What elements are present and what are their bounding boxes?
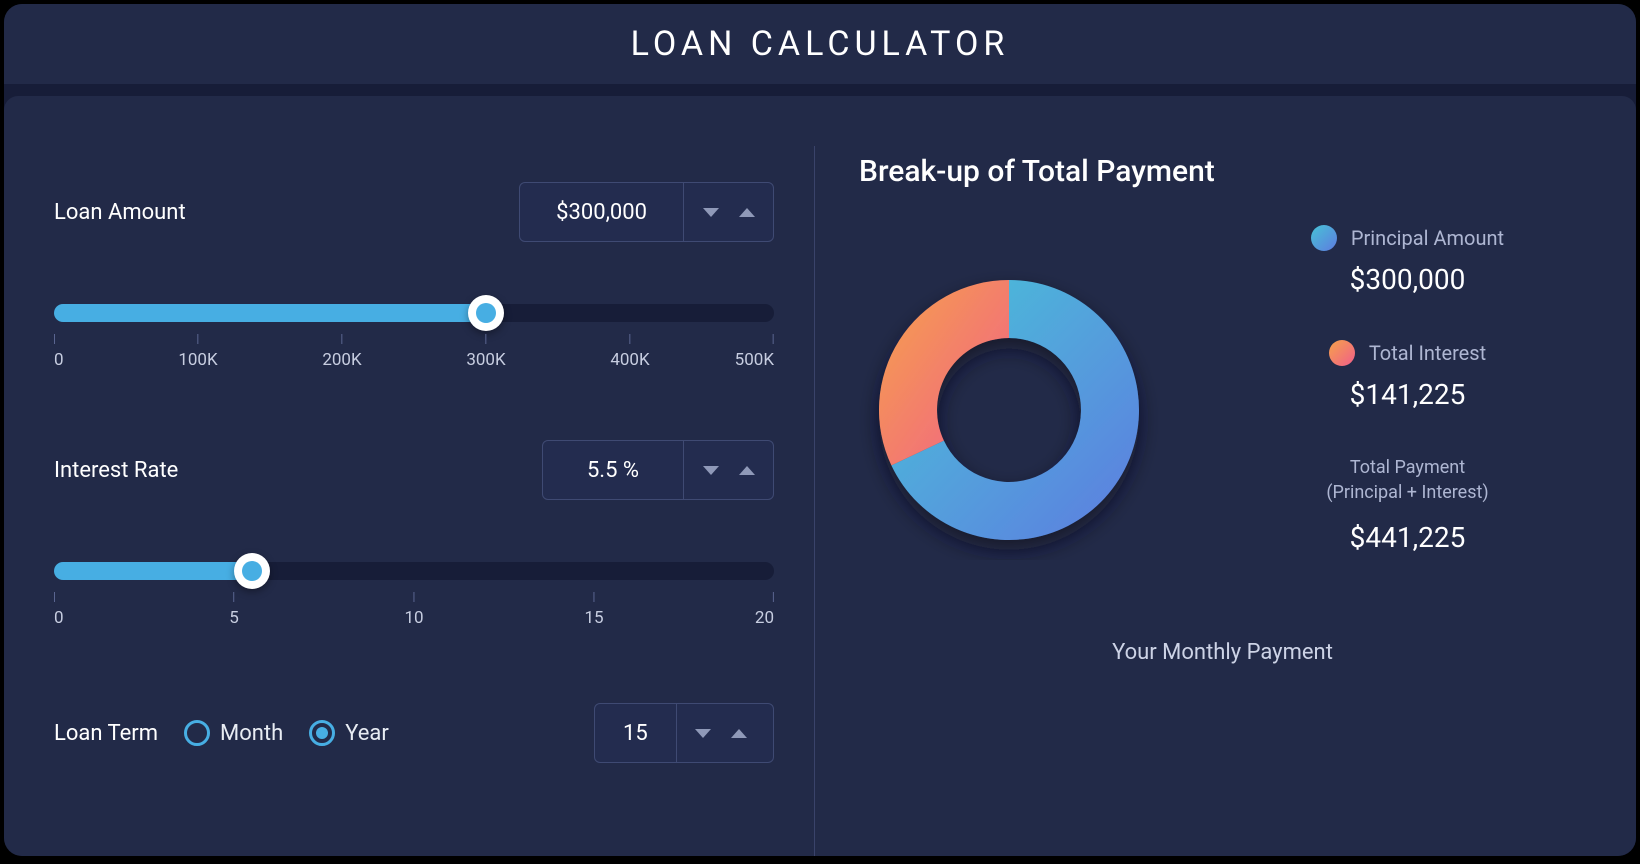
title-bar: LOAN CALCULATOR (4, 4, 1636, 84)
loan-term-label: Loan Term (54, 721, 158, 746)
slider-tick: 20 (755, 592, 774, 628)
legend-total: Total Payment (Principal + Interest) $44… (1229, 455, 1586, 554)
radio-icon (184, 720, 210, 746)
app-window: LOAN CALCULATOR Loan Amount $300,000 (4, 4, 1636, 856)
legend-principal-value: $300,000 (1229, 263, 1586, 296)
loan-amount-slider-wrap: 0 100K 200K 300K 400K 500K (54, 304, 774, 370)
interest-rate-stepper[interactable]: 5.5 % (542, 440, 774, 500)
loan-term-arrows (676, 704, 766, 762)
loan-amount-slider[interactable] (54, 304, 774, 322)
loan-amount-slider-thumb[interactable] (468, 295, 504, 331)
loan-amount-label: Loan Amount (54, 200, 186, 225)
radio-icon (309, 720, 335, 746)
legend-principal-label: Principal Amount (1351, 226, 1504, 250)
legend-interest-swatch (1329, 340, 1355, 366)
donut-chart (859, 260, 1179, 564)
loan-term-value: 15 (595, 704, 676, 762)
loan-amount-arrows (683, 183, 773, 241)
chevron-down-icon[interactable] (695, 729, 711, 738)
legend: Principal Amount $300,000 Total Interest… (1229, 225, 1586, 598)
slider-tick: 10 (404, 592, 423, 628)
slider-tick: 100K (178, 334, 217, 370)
loan-term-stepper[interactable]: 15 (594, 703, 774, 763)
slider-tick: 400K (610, 334, 649, 370)
content-area: Loan Amount $300,000 0100K200K300K400K50… (4, 96, 1636, 856)
breakup-title: Break-up of Total Payment (859, 154, 1586, 189)
inputs-panel: Loan Amount $300,000 0100K200K300K400K50… (54, 146, 814, 856)
monthly-payment-label: Your Monthly Payment (859, 640, 1586, 665)
slider-tick: 5 (229, 592, 239, 628)
interest-rate-ticks: 0 5 10 15 20 (54, 592, 774, 628)
loan-amount-stepper[interactable]: $300,000 (519, 182, 774, 242)
legend-total-sublabel: (Principal + Interest) (1229, 480, 1586, 505)
chevron-down-icon[interactable] (703, 466, 719, 475)
radio-year-label: Year (345, 721, 389, 746)
slider-tick: 300K (466, 334, 505, 370)
loan-amount-value: $300,000 (520, 183, 683, 241)
loan-term-radio-month[interactable]: Month (184, 720, 283, 746)
interest-rate-slider[interactable] (54, 562, 774, 580)
legend-total-label: Total Payment (1229, 455, 1586, 480)
slider-tick: 0 (54, 334, 64, 370)
slider-tick: 15 (584, 592, 603, 628)
interest-rate-label: Interest Rate (54, 458, 178, 483)
chevron-down-icon[interactable] (703, 208, 719, 217)
breakup-body: Principal Amount $300,000 Total Interest… (859, 225, 1586, 598)
interest-rate-slider-thumb[interactable] (234, 553, 270, 589)
breakup-panel: Break-up of Total Payment (814, 146, 1586, 856)
legend-total-value: $441,225 (1229, 521, 1586, 554)
donut-svg (859, 260, 1159, 560)
legend-interest-value: $141,225 (1229, 378, 1586, 411)
interest-rate-slider-wrap: 0 5 10 15 20 (54, 562, 774, 628)
legend-principal-swatch (1311, 225, 1337, 251)
interest-rate-value: 5.5 % (543, 441, 683, 499)
legend-interest-label: Total Interest (1369, 341, 1486, 365)
interest-rate-slider-fill (54, 562, 252, 580)
loan-term-radio-year[interactable]: Year (309, 720, 389, 746)
legend-interest: Total Interest $141,225 (1229, 340, 1586, 411)
interest-rate-arrows (683, 441, 773, 499)
slider-tick: 500K (735, 334, 774, 370)
chevron-up-icon[interactable] (739, 466, 755, 475)
radio-month-label: Month (220, 721, 283, 746)
loan-term-left: Loan Term Month Year (54, 720, 389, 746)
chevron-up-icon[interactable] (731, 729, 747, 738)
loan-amount-row: Loan Amount $300,000 (54, 182, 774, 242)
slider-tick: 0 (54, 592, 64, 628)
chevron-up-icon[interactable] (739, 208, 755, 217)
legend-principal: Principal Amount $300,000 (1229, 225, 1586, 296)
slider-tick: 200K (322, 334, 361, 370)
loan-amount-slider-fill (54, 304, 486, 322)
interest-rate-row: Interest Rate 5.5 % (54, 440, 774, 500)
loan-term-row: Loan Term Month Year 15 (54, 703, 774, 763)
loan-amount-ticks: 0 100K 200K 300K 400K 500K (54, 334, 774, 370)
app-title: LOAN CALCULATOR (631, 24, 1010, 64)
